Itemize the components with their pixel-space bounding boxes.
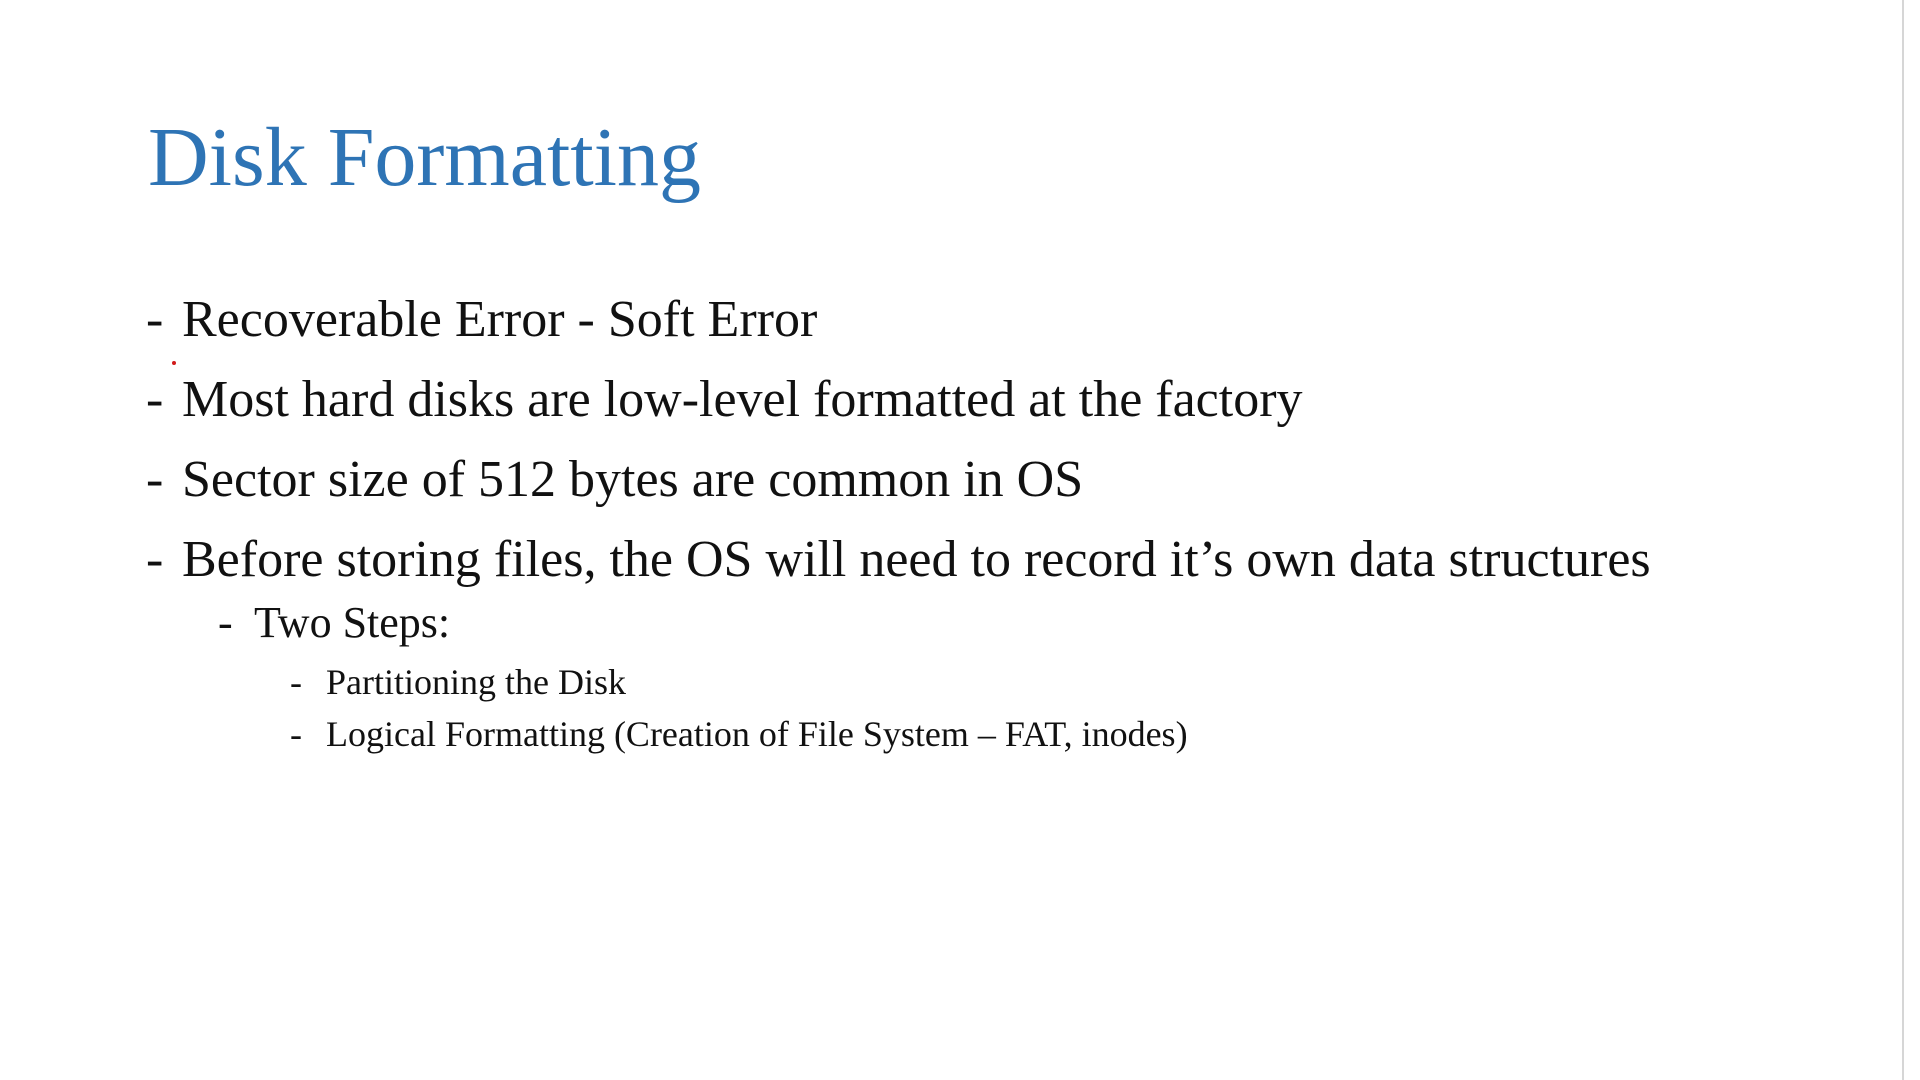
bullet-item: - Before storing files, the OS will need… [146, 530, 1706, 590]
sub-sub-bullet-item: - Partitioning the Disk [290, 656, 1706, 708]
bullet-text: Most hard disks are low-level formatted … [182, 371, 1303, 428]
slide-title: Disk Formatting [148, 111, 702, 204]
bullet-dash: - [218, 598, 233, 647]
sub-bullet-item: - Two Steps: [218, 596, 1706, 650]
sub-sub-bullet-item: - Logical Formatting (Creation of File S… [290, 708, 1706, 760]
bullet-dash: - [146, 291, 164, 348]
bullet-dash: - [290, 662, 302, 702]
bullet-dash: - [146, 531, 164, 588]
slide: Disk Formatting - Recoverable Error - So… [0, 0, 1920, 1080]
sub-sub-bullet-text: Partitioning the Disk [326, 662, 626, 702]
bullet-item: - Most hard disks are low-level formatte… [146, 370, 1706, 430]
bullet-item: - Sector size of 512 bytes are common in… [146, 450, 1706, 510]
sub-bullet-text: Two Steps: [254, 598, 451, 647]
bullet-text: Sector size of 512 bytes are common in O… [182, 451, 1084, 508]
bullet-dash: - [290, 714, 302, 754]
bullet-text: Before storing files, the OS will need t… [182, 531, 1651, 588]
slide-edge-divider [1902, 0, 1904, 1080]
sub-sub-bullet-text: Logical Formatting (Creation of File Sys… [326, 714, 1188, 754]
bullet-item: - Recoverable Error - Soft Error [146, 290, 1706, 350]
bullet-dash: - [146, 371, 164, 428]
bullet-dash: - [146, 451, 164, 508]
bullet-list: - Recoverable Error - Soft Error - Most … [146, 290, 1706, 760]
bullet-text: Recoverable Error - Soft Error [182, 291, 818, 348]
